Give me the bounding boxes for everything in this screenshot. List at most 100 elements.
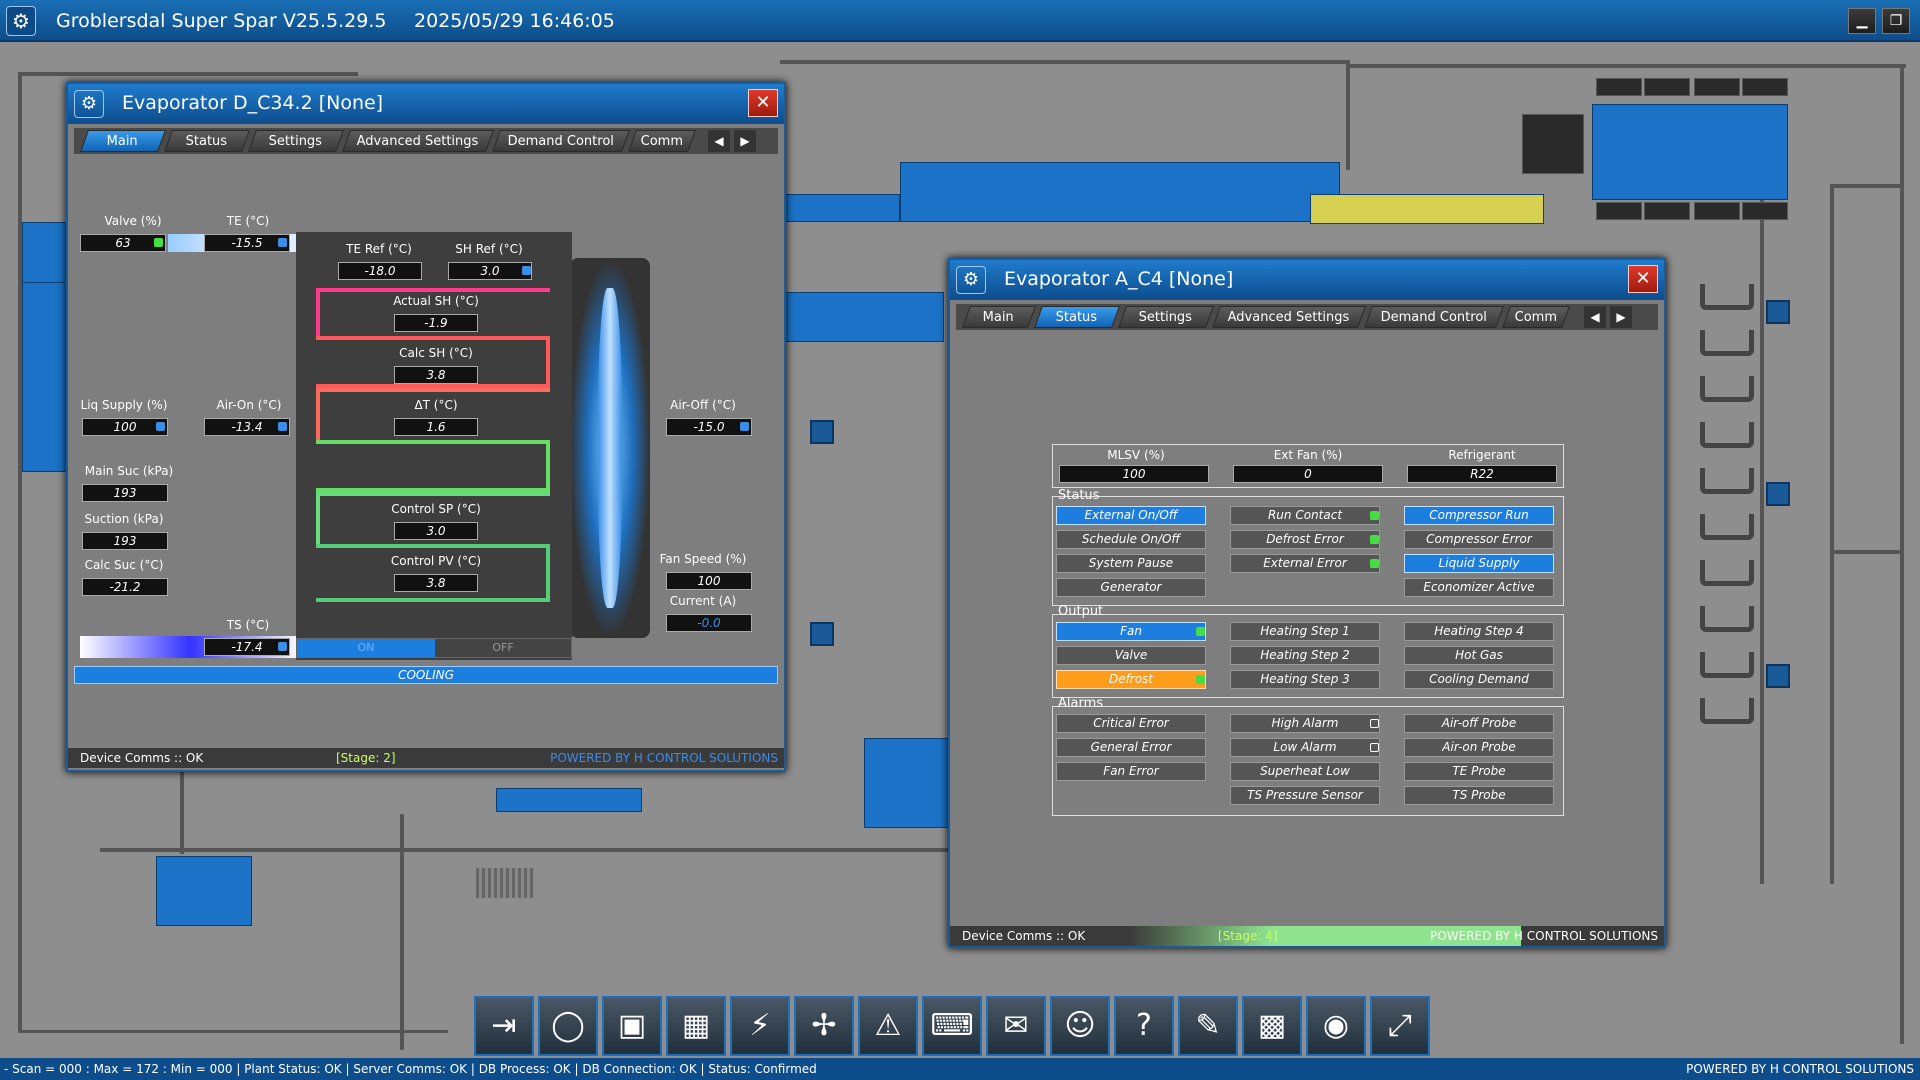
stage-indicator: [Stage: 4] [1218,929,1278,943]
mode-banner: COOLING [74,666,778,684]
fullscreen-icon[interactable]: ⤢ [1370,996,1430,1056]
sh-ref-label: SH Ref (°C) [455,242,523,256]
main-suc-label: Main Suc (kPa) [84,464,174,478]
tab-advanced-settings[interactable]: Advanced Settings [341,130,495,152]
status-schedule-onoff[interactable]: Schedule On/Off [1056,530,1206,549]
tab-scroll-right-icon[interactable]: ▶ [1610,306,1632,328]
tab-scroll-left-icon[interactable]: ◀ [708,130,730,152]
tab-advanced-settings[interactable]: Advanced Settings [1211,306,1367,328]
status-external-error[interactable]: External Error [1230,554,1380,573]
output-defrost[interactable]: Defrost [1056,670,1206,689]
actual-sh-value: -1.9 [394,314,478,332]
output-cooling-demand[interactable]: Cooling Demand [1404,670,1554,689]
tab-scroll-left-icon[interactable]: ◀ [1584,306,1606,328]
alarm-ts-probe[interactable]: TS Probe [1404,786,1554,805]
fan-icon[interactable]: ✢ [794,996,854,1056]
minimize-button[interactable]: ▁ [1848,8,1876,34]
main-toolbar: ⇥ ◯ ▣ ▦ ⚡ ✢ ⚠ ⌨ ✉ ☺ ? ✎ ▩ ◉ ⤢ [474,996,1448,1060]
air-on-led [278,422,287,431]
fan-speed-value: 100 [666,572,752,590]
tab-bar: Main Status Settings Advanced Settings D… [956,304,1658,330]
restore-button[interactable]: ❐ [1882,8,1910,34]
status-economizer-active[interactable]: Economizer Active [1404,578,1554,597]
output-fan[interactable]: Fan [1056,622,1206,641]
tab-comm[interactable]: Comm [1501,306,1571,328]
powered-by-label: POWERED BY H CONTROL SOLUTIONS [1686,1062,1914,1076]
calendar-icon[interactable]: ▦ [666,996,726,1056]
toggle-off[interactable]: OFF [435,639,571,657]
alarm-low-alarm[interactable]: Low Alarm [1230,738,1380,757]
login-icon[interactable]: ⇥ [474,996,534,1056]
window-status-bar: Device Comms :: OK [Stage: 4] POWERED BY… [950,926,1664,946]
fan-output-led [1196,627,1205,636]
tools-icon[interactable]: ✎ [1178,996,1238,1056]
help-icon[interactable]: ? [1114,996,1174,1056]
tab-comm[interactable]: Comm [627,130,697,152]
alarm-air-off-probe[interactable]: Air-off Probe [1404,714,1554,733]
alarm-superheat-low[interactable]: Superheat Low [1230,762,1380,781]
window-header: ⚙ Evaporator A_C4 [None] ✕ [950,260,1664,300]
status-liquid-supply[interactable]: Liquid Supply [1404,554,1554,573]
current-value: -0.0 [666,614,752,632]
refresh-icon[interactable]: ◯ [538,996,598,1056]
refrigerant-label: Refrigerant [1448,448,1516,462]
toggle-on[interactable]: ON [297,639,435,657]
liq-supply-label: Liq Supply (%) [80,398,168,412]
app-logo-icon: ⚙ [6,6,36,36]
app-logo-icon: ⚙ [956,266,986,294]
output-valve[interactable]: Valve [1056,646,1206,665]
calc-sh-label: Calc SH (°C) [399,346,473,360]
alarm-icon[interactable]: ⚠ [858,996,918,1056]
delta-t-label: ΔT (°C) [414,398,458,412]
keyboard-icon[interactable]: ⌨ [922,996,982,1056]
status-external-onoff[interactable]: External On/Off [1056,506,1206,525]
window-title: Evaporator A_C4 [None] [1004,268,1234,290]
alarm-high-alarm[interactable]: High Alarm [1230,714,1380,733]
actual-sh-label: Actual SH (°C) [393,294,479,308]
tab-settings[interactable]: Settings [247,130,345,152]
power-icon[interactable]: ⚡ [730,996,790,1056]
tab-demand-control[interactable]: Demand Control [491,130,631,152]
status-run-contact[interactable]: Run Contact [1230,506,1380,525]
close-button[interactable]: ✕ [1628,265,1658,293]
status-compressor-error[interactable]: Compressor Error [1404,530,1554,549]
qr-code-icon[interactable]: ▩ [1242,996,1302,1056]
save-icon[interactable]: ▣ [602,996,662,1056]
user-settings-icon[interactable]: ☺ [1050,996,1110,1056]
powered-by-label: POWERED BY H CONTROL SOLUTIONS [1430,929,1658,943]
window-header: ⚙ Evaporator D_C34.2 [None] ✕ [68,84,784,124]
window-title: Evaporator D_C34.2 [None] [122,92,384,114]
view-icon[interactable]: ◉ [1306,996,1366,1056]
tab-status[interactable]: Status [1033,306,1121,328]
tab-scroll-right-icon[interactable]: ▶ [734,130,756,152]
alarm-fan-error[interactable]: Fan Error [1056,762,1206,781]
mail-icon[interactable]: ✉ [986,996,1046,1056]
tab-demand-control[interactable]: Demand Control [1363,306,1505,328]
status-system-pause[interactable]: System Pause [1056,554,1206,573]
output-hot-gas[interactable]: Hot Gas [1404,646,1554,665]
tab-main[interactable]: Main [79,130,167,152]
main-suc-value: 193 [82,484,168,502]
alarm-general-error[interactable]: General Error [1056,738,1206,757]
output-heating-step-2[interactable]: Heating Step 2 [1230,646,1380,665]
alarm-air-on-probe[interactable]: Air-on Probe [1404,738,1554,757]
close-button[interactable]: ✕ [748,89,778,117]
on-off-toggle[interactable]: ON OFF [296,638,572,658]
alarm-te-probe[interactable]: TE Probe [1404,762,1554,781]
status-defrost-error[interactable]: Defrost Error [1230,530,1380,549]
tab-status[interactable]: Status [163,130,251,152]
output-group-label: Output [1058,604,1104,619]
coil-diagram: TE Ref (°C) -18.0 SH Ref (°C) 3.0 Actual… [296,232,572,660]
alarm-ts-pressure-sensor[interactable]: TS Pressure Sensor [1230,786,1380,805]
output-heating-step-3[interactable]: Heating Step 3 [1230,670,1380,689]
control-pv-label: Control PV (°C) [390,554,482,568]
output-heating-step-1[interactable]: Heating Step 1 [1230,622,1380,641]
delta-t-value: 1.6 [394,418,478,436]
status-compressor-run[interactable]: Compressor Run [1404,506,1554,525]
liq-supply-led [156,422,165,431]
status-generator[interactable]: Generator [1056,578,1206,597]
output-heating-step-4[interactable]: Heating Step 4 [1404,622,1554,641]
tab-main[interactable]: Main [961,306,1037,328]
alarm-critical-error[interactable]: Critical Error [1056,714,1206,733]
tab-settings[interactable]: Settings [1117,306,1215,328]
